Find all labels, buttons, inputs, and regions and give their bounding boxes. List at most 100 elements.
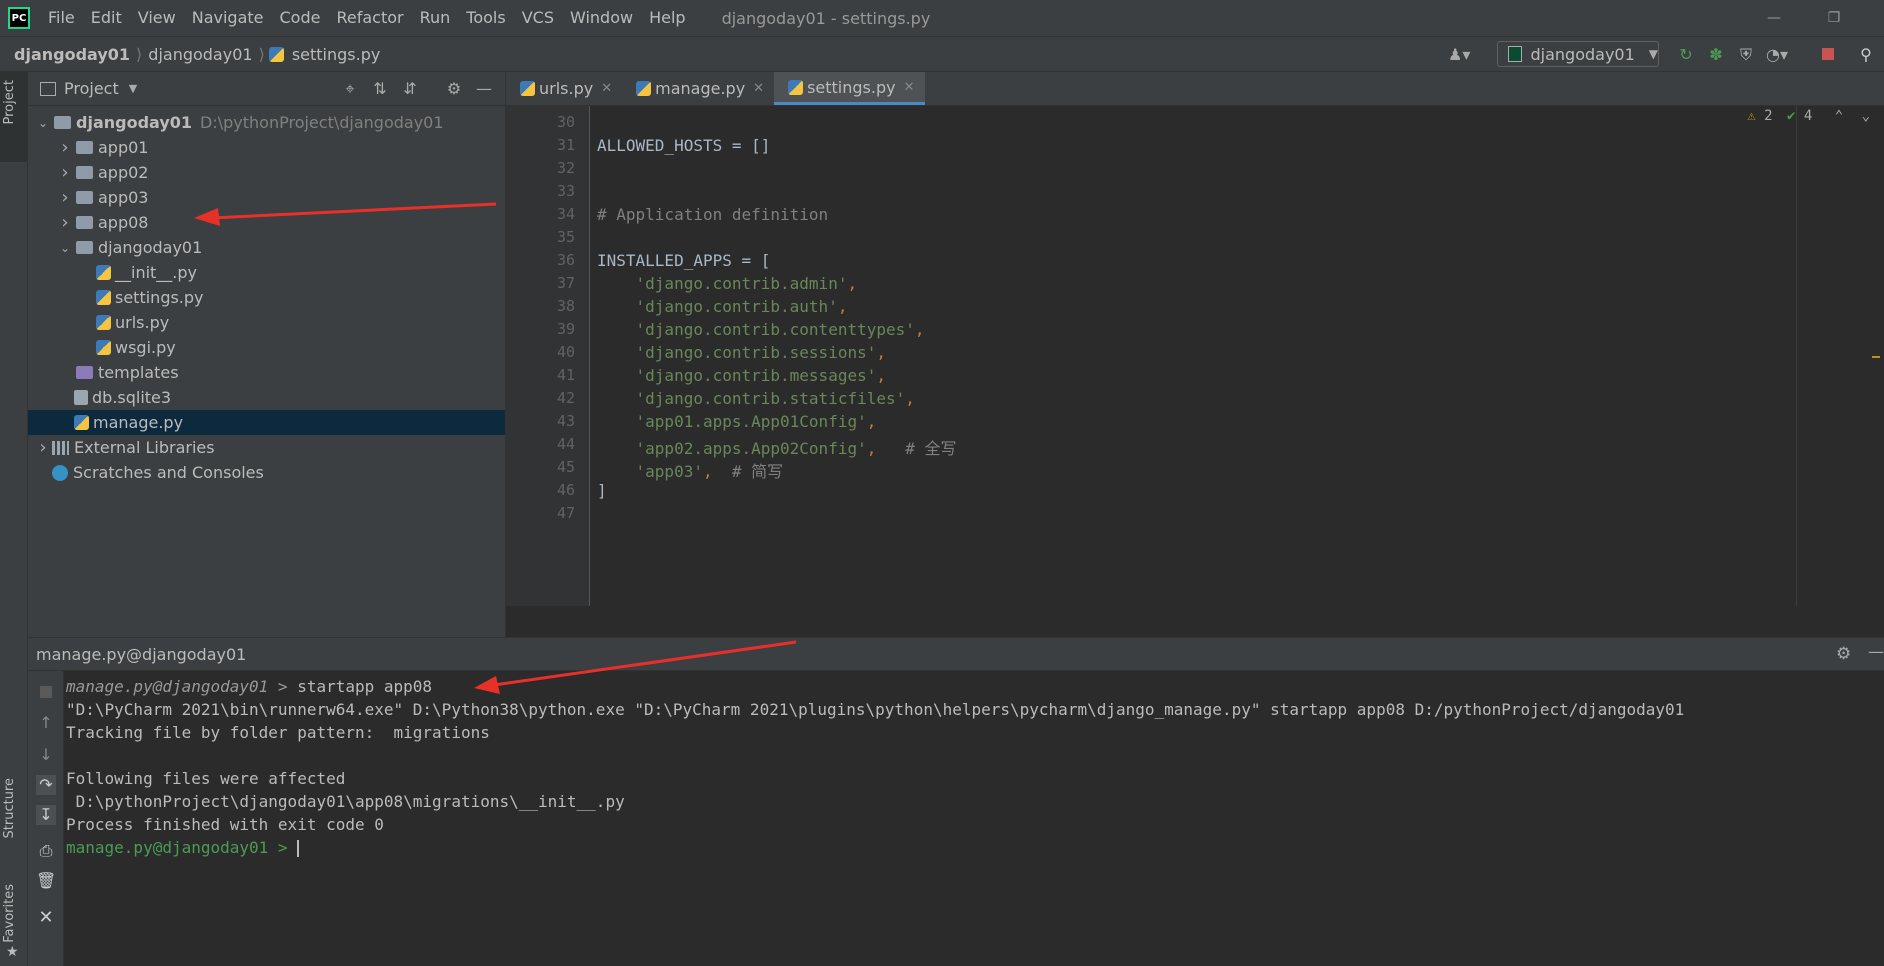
tree-item[interactable]: › app08 xyxy=(28,210,505,235)
menu-view[interactable]: View xyxy=(130,0,184,36)
tree-item[interactable]: urls.py xyxy=(28,310,505,335)
tree-item[interactable]: › app02 xyxy=(28,160,505,185)
scroll-to-end-icon[interactable]: ↧ xyxy=(36,805,56,825)
collapse-all-icon[interactable]: ⇵ xyxy=(400,79,420,99)
soft-wrap-icon[interactable]: ↷ xyxy=(36,775,56,795)
restore-icon[interactable]: ❐ xyxy=(1804,0,1864,36)
check-icon: ✔ xyxy=(1786,108,1796,124)
tree-item-label: app02 xyxy=(98,163,149,182)
chevron-down-icon[interactable]: ⌄ xyxy=(58,241,72,255)
chevron-down-icon[interactable]: ▼ xyxy=(129,82,137,95)
tree-item[interactable]: settings.py xyxy=(28,285,505,310)
code-line: 'django.contrib.sessions', xyxy=(635,343,886,362)
menu-edit[interactable]: Edit xyxy=(83,0,130,36)
tree-item[interactable]: manage.py xyxy=(28,410,505,435)
tab-settings-py[interactable]: settings.py ✕ xyxy=(774,72,925,105)
expand-all-icon[interactable]: ⇅ xyxy=(370,79,390,99)
tree-item-path: D:\pythonProject\djangoday01 xyxy=(200,113,444,132)
chevron-right-icon[interactable]: › xyxy=(58,162,72,183)
menu-run[interactable]: Run xyxy=(412,0,459,36)
stop-icon[interactable] xyxy=(1818,45,1838,65)
menu-file[interactable]: File xyxy=(40,0,83,36)
close-icon[interactable]: ✕ xyxy=(601,81,612,96)
warning-stripe-mark xyxy=(1872,356,1880,358)
tab-manage-py[interactable]: manage.py ✕ xyxy=(622,72,774,105)
print-icon[interactable]: ⎙ xyxy=(36,841,56,861)
project-tool-tab[interactable]: Project xyxy=(2,80,17,124)
tree-item[interactable]: Scratches and Consoles xyxy=(28,460,505,485)
chevron-right-icon[interactable]: › xyxy=(58,137,72,158)
code-line: 'app03', # 简写 xyxy=(635,462,784,481)
line-number: 47 xyxy=(556,504,575,522)
tree-item[interactable]: › app03 xyxy=(28,185,505,210)
menu-code[interactable]: Code xyxy=(272,0,329,36)
line-number: 32 xyxy=(556,159,575,177)
breadcrumb-file[interactable]: settings.py xyxy=(288,45,385,64)
folder-icon xyxy=(76,141,93,154)
debug-icon[interactable]: ✽ xyxy=(1706,45,1726,65)
rerun-icon[interactable]: ↻ xyxy=(1676,45,1696,65)
trash-icon[interactable]: 🗑 xyxy=(36,871,56,891)
tree-item[interactable]: db.sqlite3 xyxy=(28,385,505,410)
console-text: startapp app08 xyxy=(297,677,433,696)
chevron-down-icon[interactable]: ⌄ xyxy=(1862,108,1870,124)
code-editor[interactable]: ⚠ 2 ✔ 4 ⌃ ⌄ DEBUG = True ALLOWED_HOSTS = … xyxy=(590,106,1880,606)
run-configuration-select[interactable]: djangoday01 ▼ xyxy=(1497,41,1659,67)
line-number: 42 xyxy=(556,389,575,407)
coverage-icon[interactable]: ⛨ xyxy=(1736,45,1756,65)
line-number: 29 xyxy=(515,106,575,108)
close-icon[interactable]: ✕ xyxy=(753,81,764,96)
close-icon[interactable]: ✕ xyxy=(904,80,915,95)
menu-navigate[interactable]: Navigate xyxy=(184,0,272,36)
tree-item[interactable]: templates xyxy=(28,360,505,385)
tree-item[interactable]: ⌄ djangoday01 xyxy=(28,235,505,260)
chevron-up-icon[interactable]: ⌃ xyxy=(1835,108,1843,124)
line-number: 43 xyxy=(556,412,575,430)
scratches-icon xyxy=(52,464,68,481)
gear-icon[interactable]: ⚙ xyxy=(444,79,464,99)
close-icon[interactable]: ✕ xyxy=(36,907,56,928)
hide-icon[interactable]: — xyxy=(474,79,494,99)
user-icon[interactable]: ♟▾ xyxy=(1448,45,1470,65)
run-tab-title[interactable]: manage.py@djangoday01 xyxy=(36,645,246,664)
star-icon[interactable]: ★ xyxy=(6,944,19,960)
locate-icon[interactable]: ⌖ xyxy=(340,79,360,99)
run-console-output[interactable]: manage.py@djangoday01 > startapp app08 "D… xyxy=(64,671,1884,966)
chevron-right-icon[interactable]: › xyxy=(36,437,50,458)
tree-item[interactable]: __init__.py xyxy=(28,260,505,285)
arrow-down-icon[interactable]: ↓ xyxy=(36,745,56,765)
menu-refactor[interactable]: Refactor xyxy=(328,0,411,36)
chevron-right-icon[interactable]: › xyxy=(58,187,72,208)
folder-icon xyxy=(76,216,93,229)
tree-item[interactable]: › External Libraries xyxy=(28,435,505,460)
breadcrumb-project[interactable]: djangoday01 xyxy=(10,45,134,64)
text-cursor xyxy=(297,840,300,857)
profile-icon[interactable]: ◔▾ xyxy=(1766,45,1788,65)
structure-tool-tab[interactable]: Structure xyxy=(2,778,17,838)
menu-help[interactable]: Help xyxy=(641,0,693,36)
breadcrumb-folder[interactable]: djangoday01 xyxy=(144,45,256,64)
inspection-widget[interactable]: ⚠ 2 ✔ 4 ⌃ ⌄ xyxy=(1747,108,1870,124)
stop-icon[interactable] xyxy=(36,683,56,703)
favorites-tool-tab[interactable]: Favorites xyxy=(2,884,17,943)
hide-icon[interactable]: — xyxy=(1868,642,1884,661)
tree-item[interactable]: ⌄ djangoday01 D:\pythonProject\djangoday01 xyxy=(28,110,505,135)
project-view-title[interactable]: Project xyxy=(64,79,119,98)
menu-window[interactable]: Window xyxy=(562,0,641,36)
python-file-icon xyxy=(96,290,111,305)
chevron-down-icon[interactable]: ⌄ xyxy=(36,116,50,130)
minimize-icon[interactable]: — xyxy=(1744,0,1804,36)
gear-icon[interactable]: ⚙ xyxy=(1836,644,1851,664)
tree-item[interactable]: wsgi.py xyxy=(28,335,505,360)
tree-item-label: app01 xyxy=(98,138,149,157)
tab-urls-py[interactable]: urls.py ✕ xyxy=(506,72,622,105)
tree-item-label: db.sqlite3 xyxy=(92,388,172,407)
search-icon[interactable]: ⚲ xyxy=(1856,45,1876,65)
chevron-right-icon[interactable]: › xyxy=(58,212,72,233)
arrow-up-icon[interactable]: ↑ xyxy=(36,713,56,733)
tree-item[interactable]: › app01 xyxy=(28,135,505,160)
menu-vcs[interactable]: VCS xyxy=(514,0,562,36)
menu-tools[interactable]: Tools xyxy=(458,0,513,36)
line-number: 40 xyxy=(556,343,575,361)
python-file-icon xyxy=(520,81,535,96)
